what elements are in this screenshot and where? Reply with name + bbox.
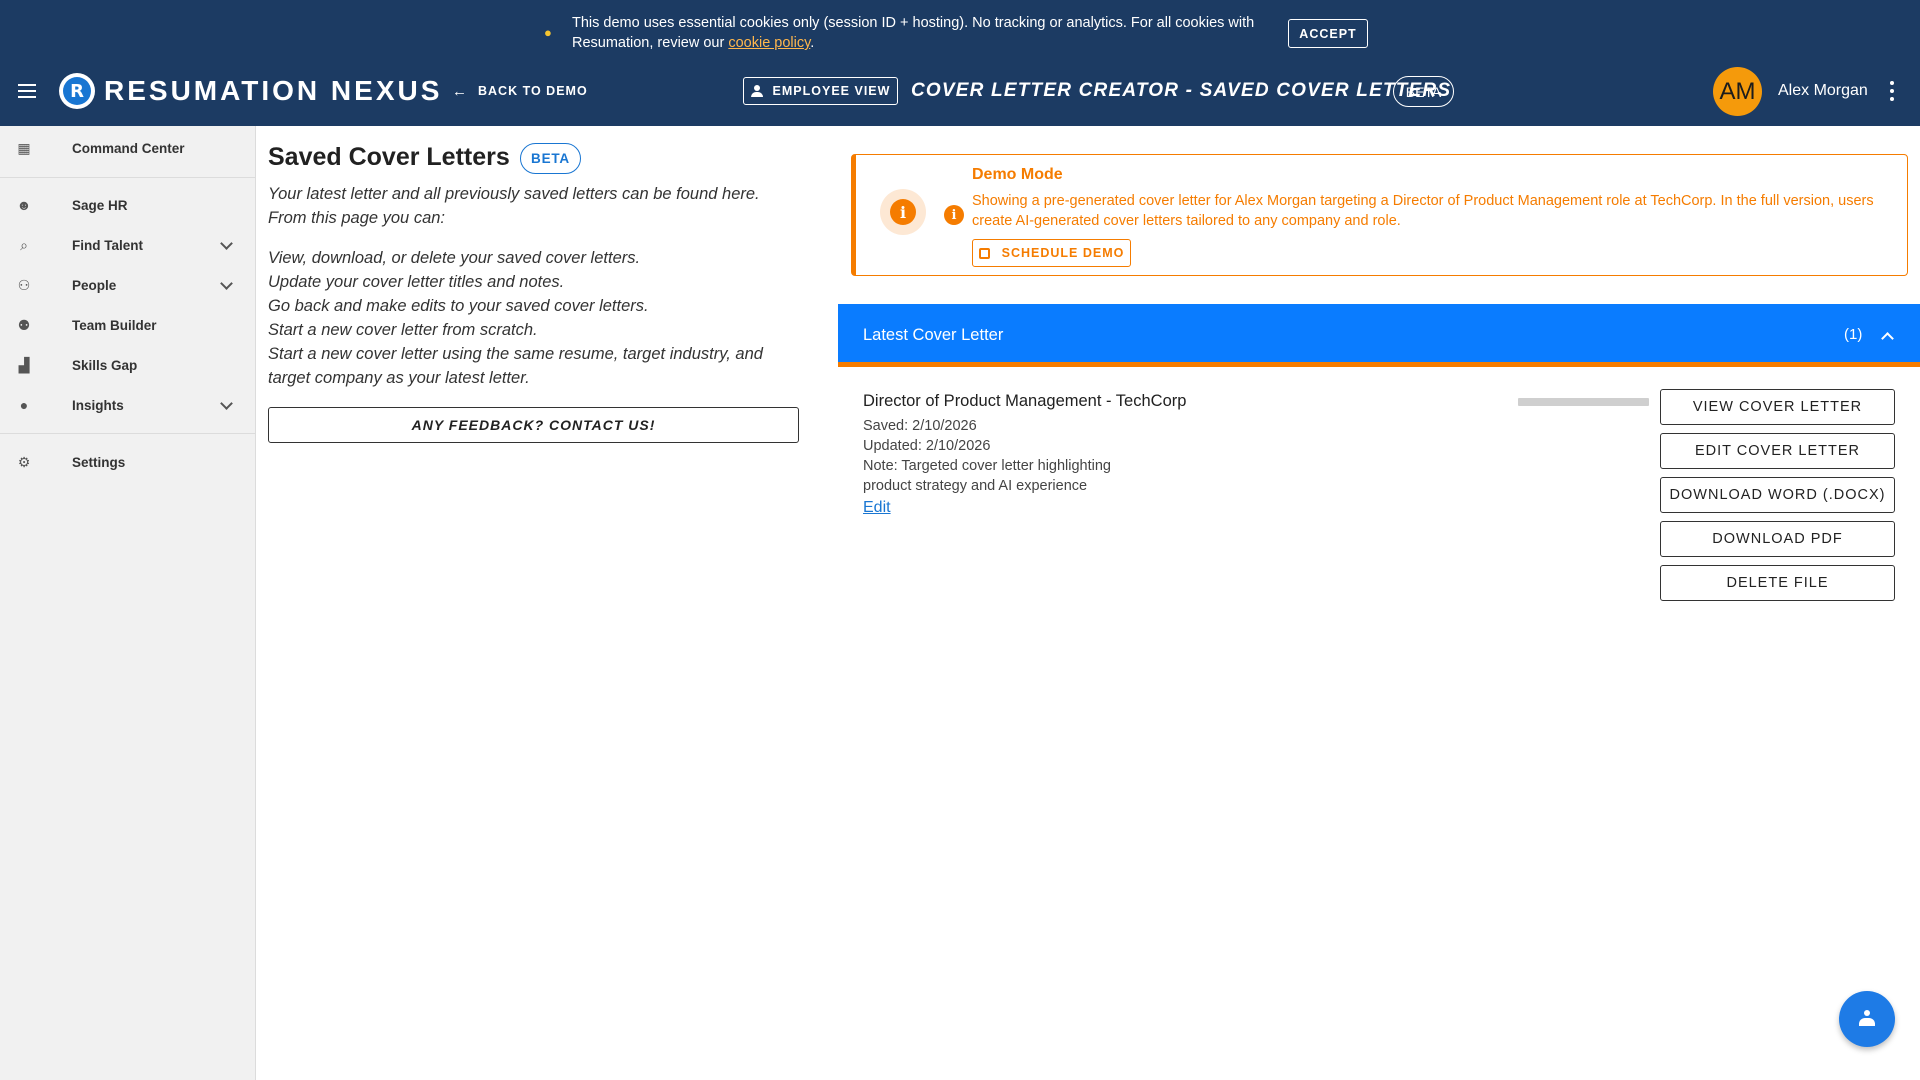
sidebar-item-insights[interactable]: ● Insights <box>0 385 255 425</box>
group-add-icon: ⚉ <box>17 317 31 333</box>
chevron-up-icon[interactable] <box>1881 330 1893 342</box>
saved-date: Saved: 2/10/2026 <box>863 418 977 434</box>
demo-mode-alert: i i Demo Mode Showing a pre-generated co… <box>851 154 1908 276</box>
view-cover-letter-button[interactable]: VIEW COVER LETTER <box>1660 389 1895 425</box>
edit-cover-letter-button[interactable]: EDIT COVER LETTER <box>1660 433 1895 469</box>
info-icon: i <box>944 205 964 225</box>
sidebar-item-label: Skills Gap <box>72 357 138 373</box>
cookie-policy-link[interactable]: cookie policy <box>728 35 810 51</box>
employee-view-button[interactable]: EMPLOYEE VIEW <box>743 77 898 105</box>
search-icon: ⌕ <box>20 237 28 253</box>
sidebar-item-sage-hr[interactable]: ☻ Sage HR <box>0 185 255 225</box>
sidebar-item-label: Team Builder <box>72 317 157 333</box>
download-word-button[interactable]: DOWNLOAD WORD (.DOCX) <box>1660 477 1895 513</box>
progress-bar <box>1518 398 1649 406</box>
sidebar-item-people[interactable]: ⚇ People <box>0 265 255 305</box>
schedule-demo-label: SCHEDULE DEMO <box>1001 246 1125 260</box>
sidebar-item-label: Settings <box>72 454 126 470</box>
logo-letter: R <box>63 77 91 105</box>
sidebar-item-find-talent[interactable]: ⌕ Find Talent <box>0 225 255 265</box>
intro-line: Your latest letter and all previously sa… <box>268 185 760 203</box>
sidebar-divider <box>0 433 255 434</box>
download-pdf-button[interactable]: DOWNLOAD PDF <box>1660 521 1895 557</box>
schedule-demo-button[interactable]: SCHEDULE DEMO <box>972 239 1131 267</box>
back-to-demo-button[interactable]: ← BACK TO DEMO <box>452 81 588 101</box>
sidebar-divider <box>0 177 255 178</box>
gear-icon: ⚙ <box>17 454 31 470</box>
beta-badge: BETA <box>520 143 581 174</box>
delete-file-button[interactable]: DELETE FILE <box>1660 565 1895 601</box>
lightbulb-icon: ● <box>19 397 29 413</box>
user-name[interactable]: Alex Morgan <box>1778 81 1868 101</box>
employee-view-label: EMPLOYEE VIEW <box>772 84 891 98</box>
list-item: Update your cover letter titles and note… <box>268 273 565 291</box>
brand-name[interactable]: RESUMATION NEXUS <box>104 73 442 109</box>
sidebar-item-label: Find Talent <box>72 237 143 253</box>
sidebar-item-label: Command Center <box>72 140 185 156</box>
latest-cover-letter-title: Latest Cover Letter <box>863 326 1004 344</box>
app-header: ● This demo uses essential cookies only … <box>0 0 1920 126</box>
chevron-down-icon <box>218 237 234 253</box>
cover-letter-title: Director of Product Management - TechCor… <box>863 392 1187 410</box>
chevron-down-icon <box>218 277 234 293</box>
person-icon <box>1858 1010 1876 1028</box>
intro-line: From this page you can: <box>268 209 446 227</box>
sidebar-item-team-builder[interactable]: ⚉ Team Builder <box>0 305 255 345</box>
sidebar-item-label: People <box>72 277 117 293</box>
latest-count: (1) <box>1844 326 1863 343</box>
cover-letter-meta: Saved: 2/10/2026 Updated: 2/10/2026 Note… <box>863 416 1153 496</box>
chart-icon: ▟ <box>18 357 30 373</box>
sidebar-item-command-center[interactable]: ▦ Command Center <box>0 128 255 168</box>
cookie-icon: ● <box>544 25 552 40</box>
cookie-text-after: . <box>810 35 815 51</box>
capabilities-list: View, download, or delete your saved cov… <box>268 246 808 390</box>
sidebar-item-settings[interactable]: ⚙ Settings <box>0 442 255 482</box>
person-icon <box>750 85 763 97</box>
arrow-left-icon: ← <box>452 82 468 100</box>
cookie-text-before: This demo uses essential cookies only (s… <box>572 15 1255 51</box>
accept-cookies-button[interactable]: ACCEPT <box>1288 19 1368 48</box>
menu-icon[interactable] <box>18 84 36 98</box>
list-item: Start a new cover letter from scratch. <box>268 321 538 339</box>
demo-alert-text: Showing a pre-generated cover letter for… <box>972 193 1874 229</box>
updated-date: Updated: 2/10/2026 <box>863 438 991 454</box>
sidebar-item-label: Insights <box>72 397 124 413</box>
calendar-icon <box>978 247 990 259</box>
list-item: Start a new cover letter using the same … <box>268 345 763 387</box>
sidebar: ▦ Command Center ☻ Sage HR ⌕ Find Talent… <box>0 126 256 1080</box>
info-icon: i <box>880 189 926 235</box>
latest-cover-letter-header[interactable]: Latest Cover Letter (1) <box>838 304 1920 367</box>
feedback-button[interactable]: ANY FEEDBACK? CONTACT US! <box>268 407 799 443</box>
dashboard-icon: ▦ <box>17 140 31 156</box>
chevron-down-icon <box>218 397 234 413</box>
sidebar-item-skills-gap[interactable]: ▟ Skills Gap <box>0 345 255 385</box>
more-options-icon[interactable] <box>1889 81 1895 101</box>
list-item: View, download, or delete your saved cov… <box>268 249 641 267</box>
avatar[interactable]: AM <box>1713 67 1762 116</box>
cookie-text: This demo uses essential cookies only (s… <box>572 13 1272 53</box>
robot-icon: ☻ <box>16 197 32 213</box>
back-to-demo-label: BACK TO DEMO <box>478 84 588 98</box>
list-item: Go back and make edits to your saved cov… <box>268 297 649 315</box>
intro-text: Your latest letter and all previously sa… <box>268 182 808 230</box>
sidebar-item-label: Sage HR <box>72 197 128 213</box>
cover-letter-note: Note: Targeted cover letter highlighting… <box>863 458 1111 494</box>
cookie-banner: ● This demo uses essential cookies only … <box>0 0 1920 58</box>
edit-link[interactable]: Edit <box>863 498 891 518</box>
logo: R <box>59 73 95 109</box>
demo-alert-title: Demo Mode <box>972 166 1063 183</box>
page-heading: COVER LETTER CREATOR - SAVED COVER LETTE… <box>911 80 1452 101</box>
floating-action-button[interactable] <box>1839 991 1895 1047</box>
header-beta-badge: BETA <box>1393 76 1454 107</box>
page-title: Saved Cover Letters <box>268 143 510 171</box>
people-icon: ⚇ <box>17 277 31 293</box>
